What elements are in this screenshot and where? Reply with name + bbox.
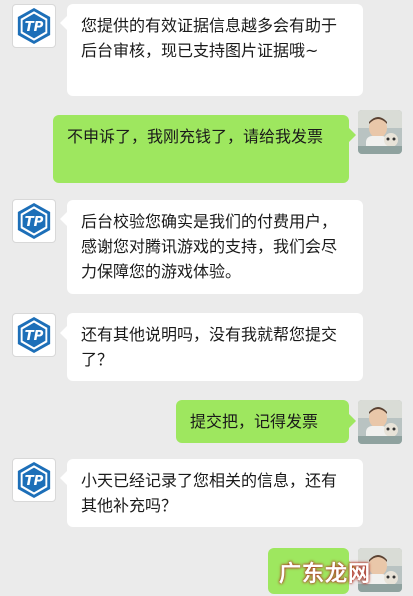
bubble-tail xyxy=(349,128,356,142)
message-bubble-outgoing[interactable]: 不申诉了，我刚充钱了，请给我发票 xyxy=(53,115,349,183)
user-photo-avatar-icon xyxy=(358,110,402,154)
bubble-tail xyxy=(60,326,67,340)
message-bubble-incoming[interactable]: 后台校验您确实是我们的付费用户，感谢您对腾讯游戏的支持，我们会尽力保障您的游戏体… xyxy=(67,200,363,294)
message-bubble-incoming[interactable]: 您提供的有效证据信息越多会有助于后台审核，现已支持图片证据哦~ xyxy=(67,4,363,96)
tp-logo-icon xyxy=(15,202,53,240)
bubble-tail xyxy=(60,16,67,30)
support-avatar[interactable] xyxy=(12,199,56,243)
chat-area[interactable]: 您提供的有效证据信息越多会有助于后台审核，现已支持图片证据哦~ 不申诉了，我刚充… xyxy=(0,0,413,596)
support-avatar[interactable] xyxy=(12,458,56,502)
message-text: 不申诉了，我刚充钱了，请给我发票 xyxy=(67,127,324,146)
user-photo-avatar-icon xyxy=(358,400,402,444)
message-text: 小天已经记录了您相关的信息，还有其他补充吗？ xyxy=(81,471,338,515)
message-text: 后台校验您确实是我们的付费用户，感谢您对腾讯游戏的支持，我们会尽力保障您的游戏体… xyxy=(81,212,338,281)
message-text: 提交把，记得发票 xyxy=(190,412,319,431)
message-bubble-incoming[interactable]: 小天已经记录了您相关的信息，还有其他补充吗？ xyxy=(67,459,363,527)
support-avatar[interactable] xyxy=(12,4,56,48)
support-avatar[interactable] xyxy=(12,313,56,357)
message-bubble-incoming[interactable]: 还有其他说明吗，没有我就帮您提交了？ xyxy=(67,313,363,381)
tp-logo-icon xyxy=(15,461,53,499)
user-avatar[interactable] xyxy=(358,400,402,444)
tp-logo-icon xyxy=(15,7,53,45)
bubble-tail xyxy=(60,471,67,485)
bubble-tail xyxy=(349,414,356,428)
user-avatar[interactable] xyxy=(358,110,402,154)
message-text: 还有其他说明吗，没有我就帮您提交了？ xyxy=(81,325,338,369)
watermark: 广东龙网 xyxy=(278,562,371,587)
message-text: 您提供的有效证据信息越多会有助于后台审核，现已支持图片证据哦~ xyxy=(81,16,338,60)
bubble-tail xyxy=(60,212,67,226)
tp-logo-icon xyxy=(15,316,53,354)
message-bubble-outgoing[interactable]: 提交把，记得发票 xyxy=(176,400,349,443)
